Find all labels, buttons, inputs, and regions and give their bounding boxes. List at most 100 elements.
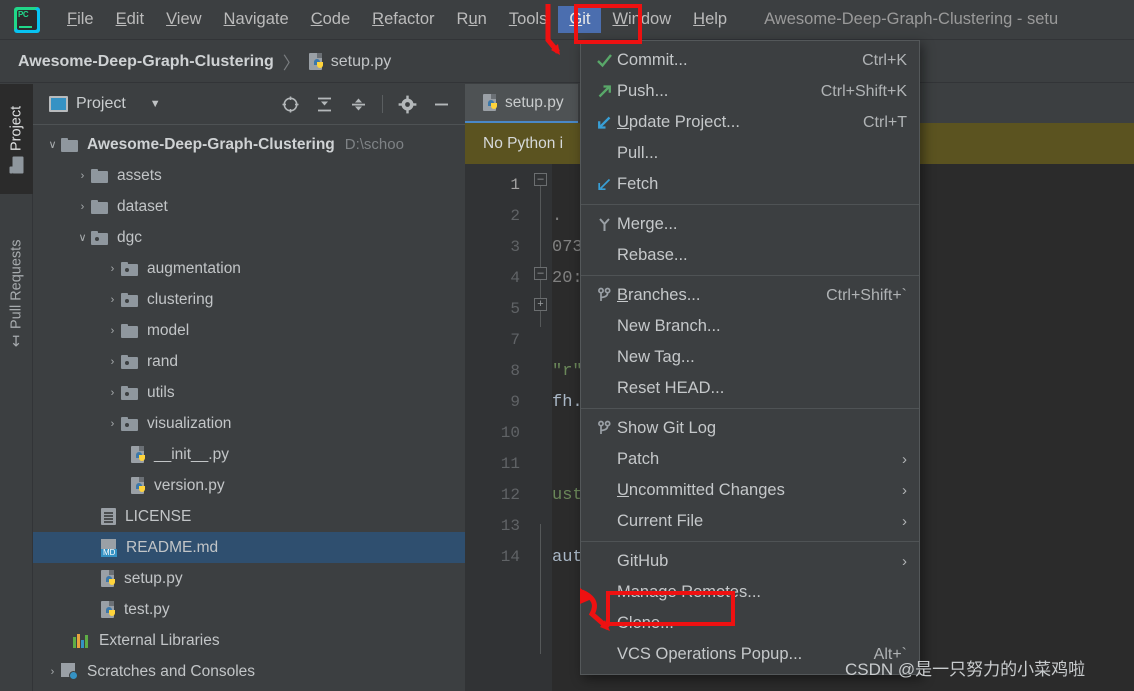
menu-tools[interactable]: Tools <box>498 6 559 33</box>
menu-code[interactable]: Code <box>300 6 361 33</box>
git-menu-item-manage-remotes[interactable]: Manage Remotes... <box>581 577 919 608</box>
line-number: 7 <box>510 331 520 349</box>
expand-all-icon[interactable] <box>314 94 334 114</box>
git-menu-label: Fetch <box>617 175 659 193</box>
tool-window-strip: Project ↧ Pull Requests <box>0 84 33 691</box>
tree-project-path: D:\schoo <box>344 136 404 153</box>
git-menu-item-fetch[interactable]: Fetch <box>581 169 919 200</box>
tree-row-project-root[interactable]: ∨ Awesome-Deep-Graph-Clustering D:\schoo <box>33 129 465 160</box>
merge-icon <box>591 216 617 233</box>
tree-row-augmentation[interactable]: › augmentation <box>33 253 465 284</box>
menu-file[interactable]: File <box>56 6 105 33</box>
csdn-watermark: CSDN @是一只努力的小菜鸡啦 <box>845 660 1086 679</box>
tree-row-external-libraries[interactable]: External Libraries <box>33 625 465 656</box>
git-menu-shortcut: Ctrl+K <box>862 51 907 69</box>
chevron-down-icon[interactable]: ∨ <box>44 138 61 151</box>
tree-row-license[interactable]: LICENSE <box>33 501 465 532</box>
chevron-right-icon[interactable]: › <box>74 170 91 182</box>
menu-git[interactable]: Git <box>558 6 602 33</box>
tree-row-model[interactable]: › model <box>33 315 465 346</box>
menu-view[interactable]: View <box>155 6 212 33</box>
chevron-right-icon[interactable]: › <box>104 263 121 275</box>
fold-collapse-icon[interactable]: – <box>534 267 547 280</box>
git-menu-item-update-project[interactable]: Update Project... Ctrl+T <box>581 107 919 138</box>
folder-icon <box>121 323 138 338</box>
breadcrumb-project[interactable]: Awesome-Deep-Graph-Clustering <box>18 53 274 71</box>
menu-refactor[interactable]: Refactor <box>361 6 445 33</box>
git-menu-item-new-tag[interactable]: New Tag... <box>581 342 919 373</box>
package-folder-icon <box>121 354 138 369</box>
chevron-down-icon[interactable]: ▼ <box>150 98 161 110</box>
git-menu-item-reset-head[interactable]: Reset HEAD... <box>581 373 919 404</box>
menu-window[interactable]: Window <box>601 6 682 33</box>
arrow-down-left-icon <box>591 114 617 131</box>
collapse-all-icon[interactable] <box>348 94 368 114</box>
chevron-right-icon[interactable]: › <box>104 418 121 430</box>
tree-label: Awesome-Deep-Graph-Clustering <box>87 135 335 153</box>
menu-help[interactable]: Help <box>682 6 738 33</box>
git-menu-item-branches[interactable]: Branches... Ctrl+Shift+` <box>581 280 919 311</box>
git-menu-item-current-file[interactable]: Current File › <box>581 506 919 537</box>
check-icon <box>591 52 617 69</box>
git-menu-item-uncommitted-changes[interactable]: Uncommitted Changes › <box>581 475 919 506</box>
tree-row-utils[interactable]: › utils <box>33 377 465 408</box>
tree-label: LICENSE <box>125 507 192 525</box>
hide-window-icon[interactable] <box>431 94 451 114</box>
tree-row-dataset[interactable]: › dataset <box>33 191 465 222</box>
tree-row-clustering[interactable]: › clustering <box>33 284 465 315</box>
chevron-right-icon[interactable]: › <box>104 387 121 399</box>
tree-row-scratches-and-consoles[interactable]: › Scratches and Consoles <box>33 656 465 687</box>
menu-navigate[interactable]: Navigate <box>213 6 300 33</box>
git-menu-label: Current File <box>617 512 704 530</box>
pull-request-icon: ↧ <box>10 333 23 351</box>
toolbar-divider <box>382 95 383 113</box>
tree-row-dgc[interactable]: ∨ dgc <box>33 222 465 253</box>
tree-row-setup-py[interactable]: setup.py <box>33 563 465 594</box>
git-menu-shortcut: Ctrl+T <box>863 113 907 131</box>
tree-row-assets[interactable]: › assets <box>33 160 465 191</box>
code-folding-gutter: – – + <box>530 164 552 691</box>
git-menu-item-github[interactable]: GitHub › <box>581 546 919 577</box>
git-menu-item-push[interactable]: Push... Ctrl+Shift+K <box>581 76 919 107</box>
menu-edit[interactable]: Edit <box>105 6 155 33</box>
git-menu-item-commit[interactable]: Commit... Ctrl+K <box>581 45 919 76</box>
line-number: 2 <box>510 207 520 225</box>
chevron-right-icon[interactable]: › <box>74 201 91 213</box>
chevron-right-icon[interactable]: › <box>44 666 61 678</box>
git-menu-item-patch[interactable]: Patch › <box>581 444 919 475</box>
tree-row-version-py[interactable]: version.py <box>33 470 465 501</box>
editor-tab-setup-py[interactable]: setup.py <box>465 84 578 123</box>
menu-run[interactable]: Run <box>446 6 498 33</box>
git-menu-item-show-git-log[interactable]: Show Git Log <box>581 413 919 444</box>
fold-collapse-icon[interactable]: – <box>534 173 547 186</box>
tree-row-test-py[interactable]: test.py <box>33 594 465 625</box>
tree-label: visualization <box>147 414 232 432</box>
git-menu-label: Manage Remotes... <box>617 583 761 601</box>
sidebar-item-pull-requests[interactable]: ↧ Pull Requests <box>0 214 33 374</box>
line-number: 12 <box>500 486 520 504</box>
submenu-chevron-icon: › <box>902 451 907 468</box>
sidebar-item-project[interactable]: Project <box>0 84 33 194</box>
tree-row-readme-md[interactable]: MD README.md <box>33 532 465 563</box>
settings-gear-icon[interactable] <box>397 94 417 114</box>
git-menu-item-clone[interactable]: Clone... <box>581 608 919 639</box>
breadcrumb-file[interactable]: setup.py <box>331 53 391 71</box>
git-menu-item-rebase[interactable]: Rebase... <box>581 240 919 271</box>
tree-row-visualization[interactable]: › visualization <box>33 408 465 439</box>
markdown-file-icon: MD <box>101 538 118 557</box>
chevron-right-icon[interactable]: › <box>104 294 121 306</box>
git-menu-item-new-branch[interactable]: New Branch... <box>581 311 919 342</box>
chevron-down-icon[interactable]: ∨ <box>74 231 91 244</box>
tree-row-rand[interactable]: › rand <box>33 346 465 377</box>
project-tree: ∨ Awesome-Deep-Graph-Clustering D:\schoo… <box>33 125 465 687</box>
git-menu-label-rest: pdate Project... <box>628 113 740 131</box>
git-menu-item-pull[interactable]: Pull... <box>581 138 919 169</box>
chevron-right-icon[interactable]: › <box>104 356 121 368</box>
chevron-right-icon[interactable]: › <box>104 325 121 337</box>
fold-expand-icon[interactable]: + <box>534 298 547 311</box>
git-menu-label: Uncommitted Changes <box>617 481 785 499</box>
git-menu-item-merge[interactable]: Merge... <box>581 209 919 240</box>
tree-label: model <box>147 321 190 339</box>
tree-row-init-py[interactable]: __init__.py <box>33 439 465 470</box>
select-opened-file-icon[interactable] <box>280 94 300 114</box>
